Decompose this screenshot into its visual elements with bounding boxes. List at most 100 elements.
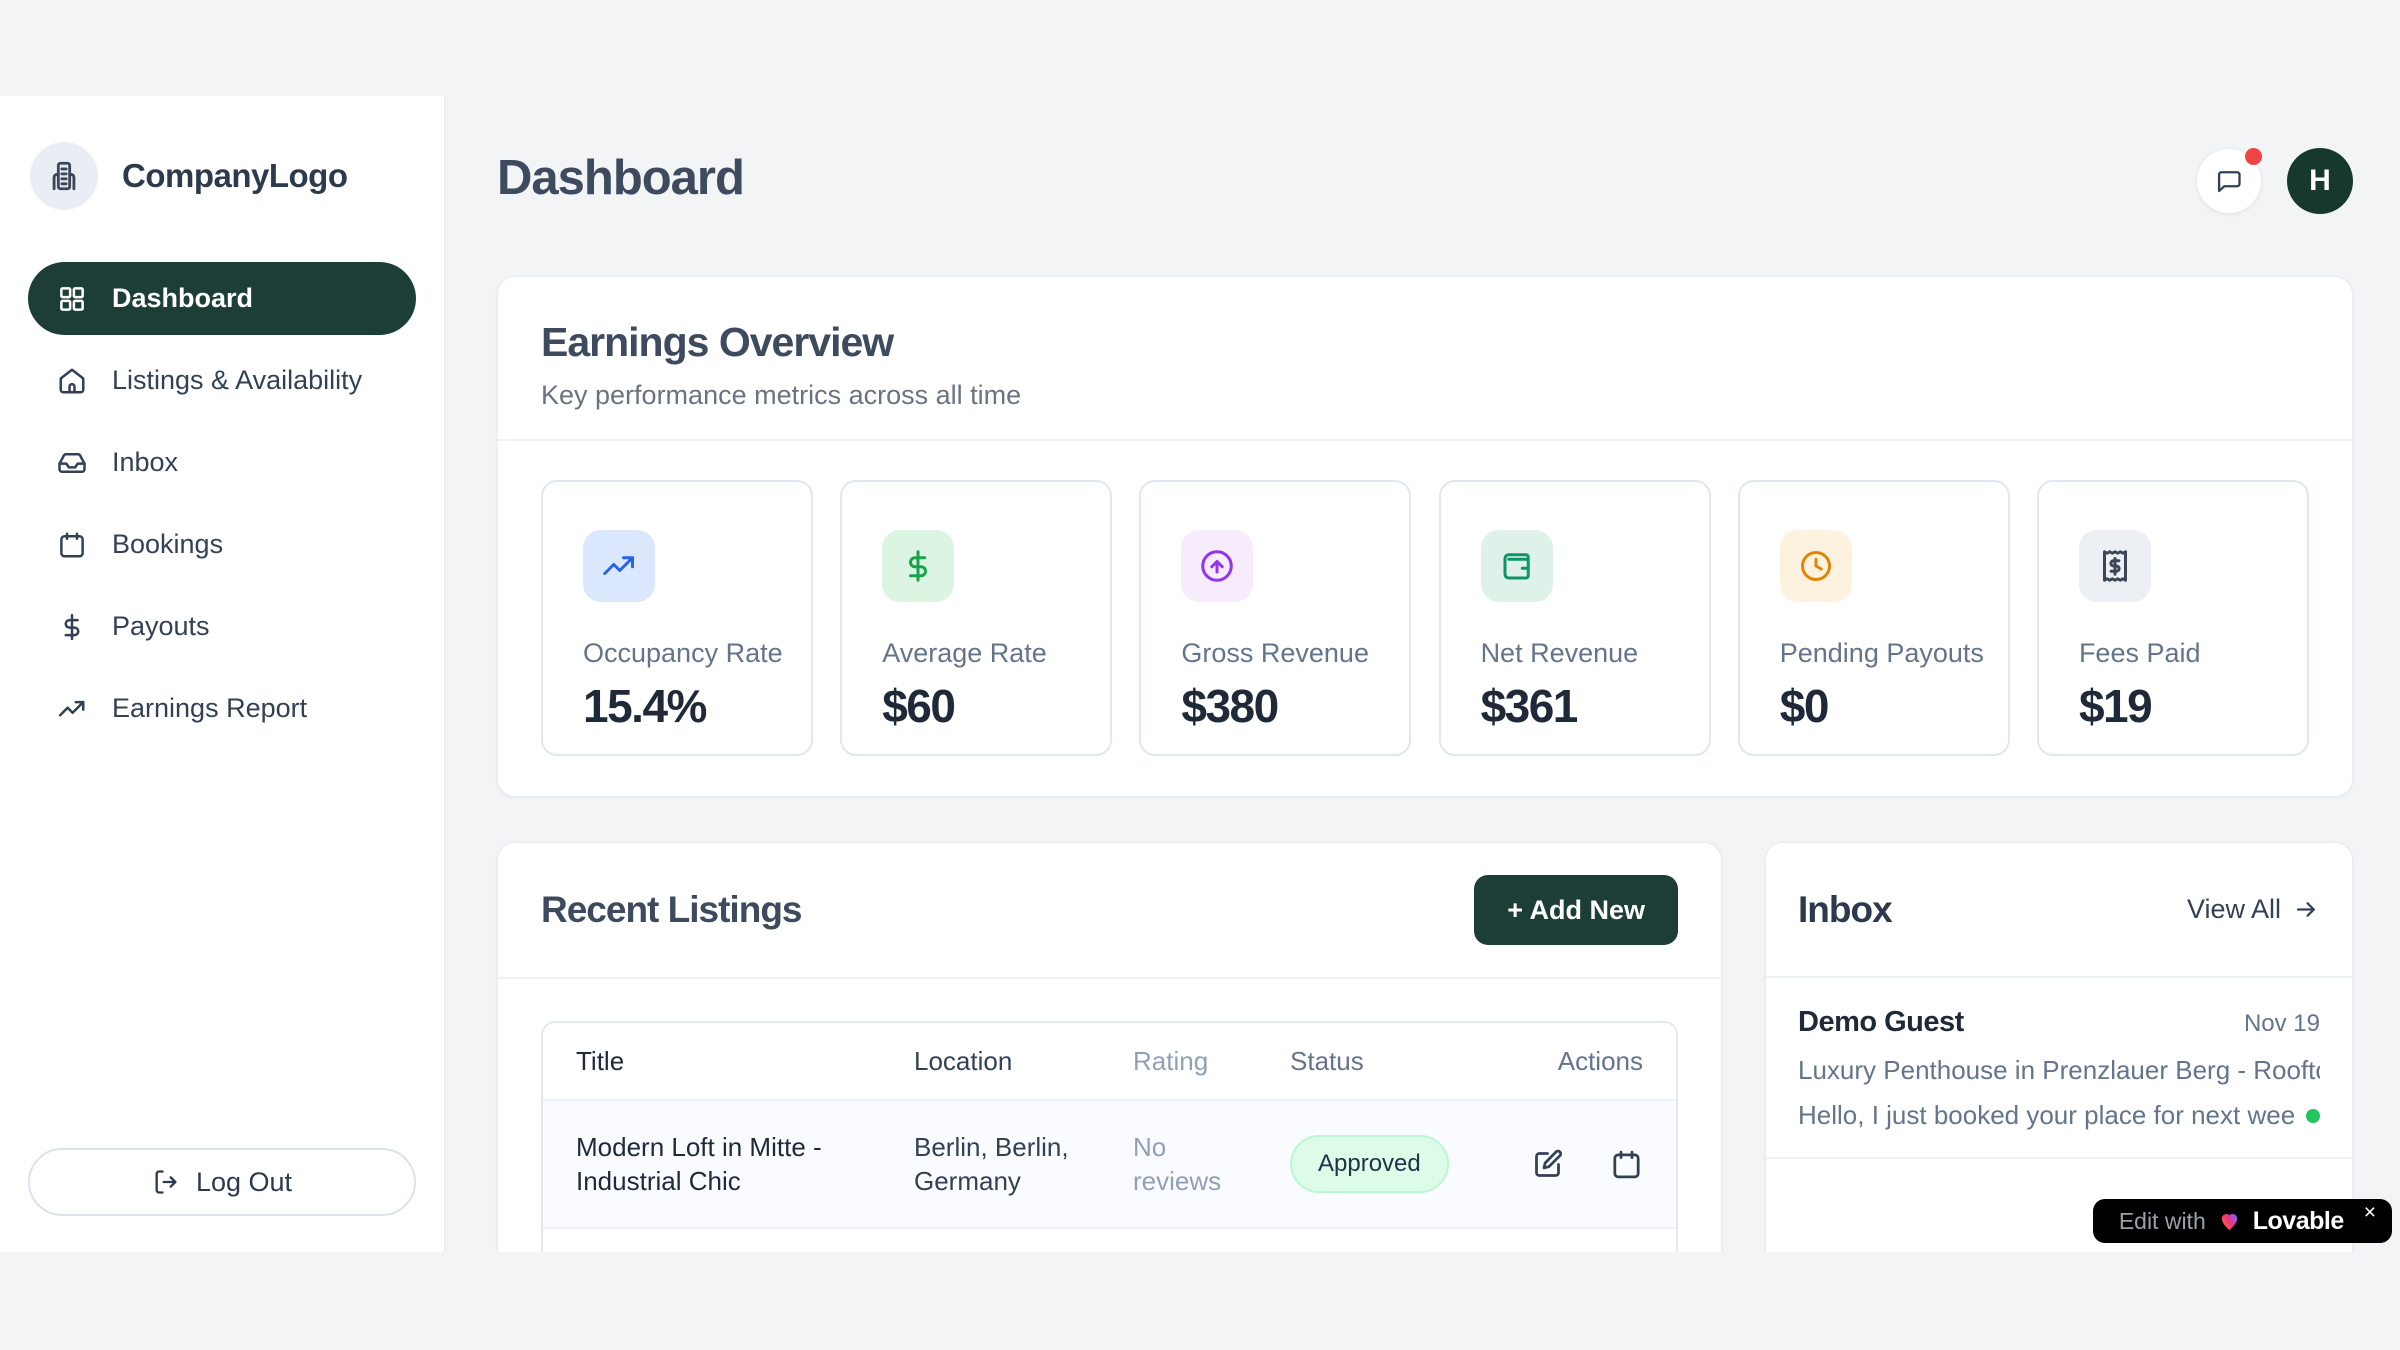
- sidebar: CompanyLogo Dashboard Listings & Availab…: [0, 96, 445, 1252]
- sidebar-item-label: Inbox: [112, 447, 178, 478]
- close-icon[interactable]: ×: [2364, 1201, 2376, 1225]
- avatar-initial: H: [2309, 164, 2331, 198]
- wallet-icon: [1481, 530, 1553, 602]
- edit-icon[interactable]: [1531, 1148, 1564, 1181]
- earnings-title: Earnings Overview: [541, 319, 2309, 366]
- message-date: Nov 19: [2244, 1010, 2320, 1038]
- inbox-header: Inbox View All: [1766, 843, 2352, 978]
- metric-label: Average Rate: [882, 638, 1110, 669]
- metric-pending-payouts: Pending Payouts $0: [1738, 480, 2010, 756]
- table-header-row: Title Location Rating Status Actions: [543, 1023, 1676, 1099]
- metric-label: Occupancy Rate: [583, 638, 811, 669]
- sidebar-item-dashboard[interactable]: Dashboard: [28, 262, 416, 335]
- metric-value: 15.4%: [583, 679, 811, 733]
- metric-label: Fees Paid: [2079, 638, 2307, 669]
- sidebar-item-inbox[interactable]: Inbox: [28, 426, 416, 499]
- metric-value: $380: [1181, 679, 1409, 733]
- table-row[interactable]: Modern Loft in Mitte - Industrial Chic B…: [543, 1099, 1676, 1227]
- column-header-status: Status: [1290, 1046, 1515, 1077]
- badge-prefix: Edit with: [2119, 1208, 2206, 1235]
- view-all-label: View All: [2187, 894, 2281, 925]
- receipt-icon: [2079, 530, 2151, 602]
- badge-brand: Lovable: [2253, 1207, 2344, 1236]
- message-sender: Demo Guest: [1798, 1006, 1964, 1039]
- sidebar-item-label: Earnings Report: [112, 693, 307, 724]
- metric-label: Net Revenue: [1481, 638, 1709, 669]
- recent-listings-header: Recent Listings + Add New: [498, 843, 1721, 979]
- messages-button[interactable]: [2197, 149, 2261, 213]
- column-header-actions: Actions: [1515, 1046, 1676, 1077]
- chat-bubble-icon: [2215, 167, 2243, 195]
- listing-rating: No reviews: [1133, 1130, 1290, 1198]
- metric-fees-paid: Fees Paid $19: [2037, 480, 2309, 756]
- calendar-icon[interactable]: [1610, 1148, 1643, 1181]
- metric-net-revenue: Net Revenue $361: [1439, 480, 1711, 756]
- column-header-rating: Rating: [1133, 1046, 1290, 1077]
- sidebar-nav: Dashboard Listings & Availability Inbox: [28, 262, 416, 745]
- listing-location: Berlin, Berlin, Germany: [914, 1130, 1133, 1198]
- metric-average-rate: Average Rate $60: [840, 480, 1112, 756]
- inbox-message-item[interactable]: Demo Guest Nov 19 Luxury Penthouse in Pr…: [1766, 978, 2352, 1159]
- earnings-subtitle: Key performance metrics across all time: [541, 380, 2309, 411]
- dollar-sign-icon: [57, 612, 87, 642]
- inbox-card: Inbox View All Demo Guest Nov 19 Luxury …: [1765, 842, 2353, 1252]
- page-title: Dashboard: [497, 150, 744, 206]
- metric-value: $60: [882, 679, 1110, 733]
- column-header-title: Title: [543, 1046, 914, 1077]
- sidebar-item-earnings-report[interactable]: Earnings Report: [28, 672, 416, 745]
- metrics-row: Occupancy Rate 15.4% Average Rate $60: [541, 480, 2309, 756]
- metric-label: Gross Revenue: [1181, 638, 1409, 669]
- avatar[interactable]: H: [2287, 148, 2353, 214]
- metric-label: Pending Payouts: [1780, 638, 2008, 669]
- view-all-link[interactable]: View All: [2187, 894, 2320, 925]
- main-content: Dashboard H Earnings Overview Key perfor…: [445, 0, 2400, 1252]
- metric-gross-revenue: Gross Revenue $380: [1139, 480, 1411, 756]
- logout-label: Log Out: [196, 1167, 292, 1198]
- listing-actions: [1515, 1148, 1676, 1181]
- logout-button[interactable]: Log Out: [28, 1148, 416, 1216]
- status-badge: Approved: [1290, 1135, 1449, 1193]
- lovable-heart-icon: [2218, 1210, 2241, 1233]
- brand-name: CompanyLogo: [122, 157, 347, 195]
- calendar-icon: [57, 530, 87, 560]
- message-preview: Hello, I just booked your place for next…: [1798, 1100, 2296, 1131]
- notification-dot: [2245, 148, 2262, 165]
- recent-listings-title: Recent Listings: [541, 889, 802, 931]
- listing-title: Modern Loft in Mitte - Industrial Chic: [543, 1130, 914, 1198]
- sidebar-item-bookings[interactable]: Bookings: [28, 508, 416, 581]
- trending-up-icon: [583, 530, 655, 602]
- sidebar-item-label: Bookings: [112, 529, 223, 560]
- sidebar-item-label: Payouts: [112, 611, 210, 642]
- listings-table: Title Location Rating Status Actions Mod…: [541, 1021, 1678, 1252]
- sidebar-item-payouts[interactable]: Payouts: [28, 590, 416, 663]
- metric-occupancy-rate: Occupancy Rate 15.4%: [541, 480, 813, 756]
- inbox-title: Inbox: [1798, 889, 1892, 931]
- grid-icon: [57, 284, 87, 314]
- home-icon: [57, 366, 87, 396]
- trending-up-icon: [57, 694, 87, 724]
- inbox-icon: [57, 448, 87, 478]
- clock-icon: [1780, 530, 1852, 602]
- metric-value: $361: [1481, 679, 1709, 733]
- metric-value: $19: [2079, 679, 2307, 733]
- earnings-overview-card: Earnings Overview Key performance metric…: [497, 276, 2353, 797]
- listing-status: Approved: [1290, 1135, 1515, 1193]
- sidebar-item-listings[interactable]: Listings & Availability: [28, 344, 416, 417]
- unread-dot: [2306, 1109, 2320, 1123]
- earnings-header: Earnings Overview Key performance metric…: [498, 277, 2352, 441]
- brand: CompanyLogo: [28, 142, 416, 210]
- sidebar-item-label: Listings & Availability: [112, 365, 362, 396]
- column-header-location: Location: [914, 1046, 1133, 1077]
- logout-icon: [152, 1168, 180, 1196]
- table-row-partial: [543, 1227, 1676, 1252]
- metric-value: $0: [1780, 679, 2008, 733]
- arrow-up-circle-icon: [1181, 530, 1253, 602]
- edit-with-lovable-badge[interactable]: Edit with Lovable ×: [2093, 1199, 2392, 1243]
- sidebar-item-label: Dashboard: [112, 283, 253, 314]
- recent-listings-card: Recent Listings + Add New Title Location…: [497, 842, 1722, 1252]
- dollar-sign-icon: [882, 530, 954, 602]
- app-viewport: CompanyLogo Dashboard Listings & Availab…: [0, 0, 2400, 1252]
- add-new-button[interactable]: + Add New: [1474, 875, 1678, 945]
- arrow-right-icon: [2293, 896, 2320, 923]
- header-actions: H: [2197, 148, 2353, 214]
